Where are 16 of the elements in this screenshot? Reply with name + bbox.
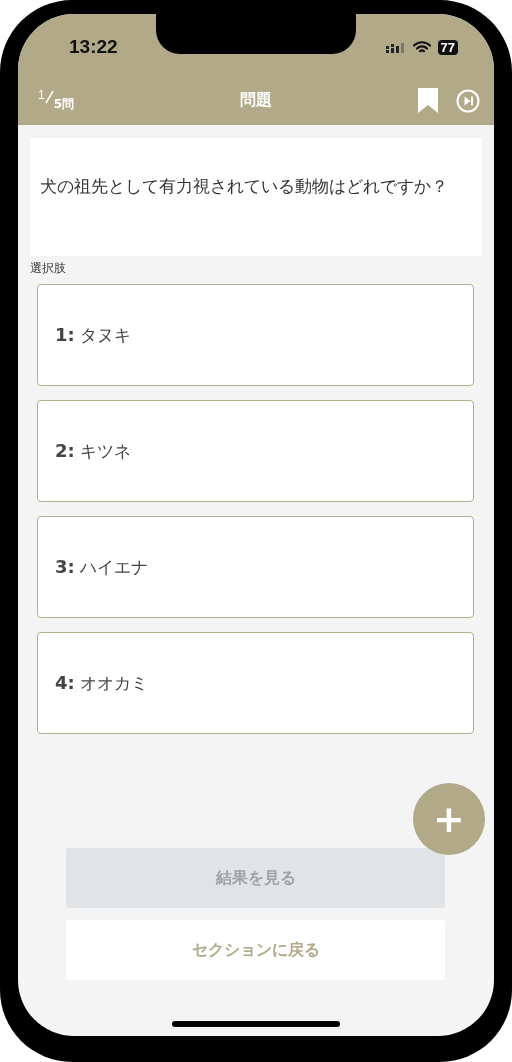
slash-icon	[44, 90, 54, 104]
battery-icon: 77	[437, 40, 458, 55]
choice-option[interactable]: 4: オオカミ	[37, 632, 474, 734]
choice-option[interactable]: 1: タヌキ	[37, 284, 474, 386]
status-time: 13:22	[69, 36, 118, 58]
skip-icon[interactable]	[456, 88, 480, 113]
signal-icon	[385, 41, 406, 54]
wifi-icon	[412, 41, 431, 54]
bookmark-icon[interactable]	[418, 88, 438, 113]
question-counter: 1	[38, 88, 45, 102]
choices-label: 選択肢	[30, 260, 67, 277]
choice-option[interactable]: 3: ハイエナ	[37, 516, 474, 618]
choice-option[interactable]: 2: キツネ	[37, 400, 474, 502]
question-total: 5問	[53, 96, 75, 113]
screen-title: 問題	[240, 90, 272, 111]
question-text: 犬の祖先として有力視されている動物はどれですか？	[30, 138, 482, 256]
